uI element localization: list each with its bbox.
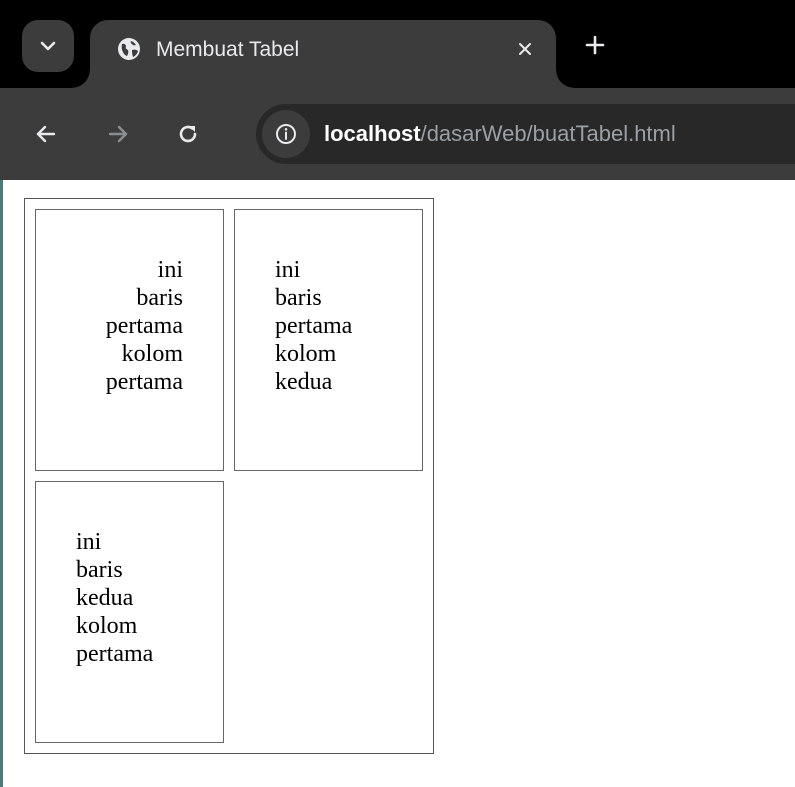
tab-search-button[interactable] — [22, 20, 74, 72]
table-cell: ini baris pertama kolom kedua — [234, 209, 423, 471]
cell-text: ini baris kedua kolom pertama — [76, 529, 154, 667]
plus-icon — [585, 35, 605, 55]
arrow-right-icon — [108, 125, 128, 143]
table-cell: ini baris kedua kolom pertama — [35, 481, 224, 743]
url-path: /dasarWeb/buatTabel.html — [420, 121, 676, 146]
url-host: localhost — [324, 121, 421, 146]
reload-button[interactable] — [168, 114, 208, 154]
reload-icon — [179, 125, 197, 143]
forward-button[interactable] — [98, 114, 138, 154]
url-text[interactable]: localhost/dasarWeb/buatTabel.html — [324, 119, 676, 149]
table-cell: ini baris pertama kolom pertama — [35, 209, 224, 471]
arrow-left-icon — [36, 125, 56, 143]
chevron-down-icon — [40, 41, 56, 51]
tab-title: Membuat Tabel — [156, 38, 300, 61]
table-row: ini baris pertama kolom pertama ini bari… — [35, 209, 423, 471]
tab-strip: Membuat Tabel — [0, 0, 795, 88]
globe-icon — [118, 38, 140, 60]
site-info-button[interactable] — [262, 110, 310, 158]
page-viewport: ini baris pertama kolom pertama ini bari… — [0, 180, 795, 787]
table-row: ini baris kedua kolom pertama — [35, 481, 423, 743]
address-bar[interactable]: localhost/dasarWeb/buatTabel.html — [256, 104, 795, 164]
close-icon — [519, 43, 531, 55]
new-tab-button[interactable] — [580, 30, 610, 60]
empty-cell — [234, 481, 423, 743]
cell-text: ini baris pertama kolom pertama — [105, 257, 183, 395]
cell-text: ini baris pertama kolom kedua — [275, 257, 353, 395]
browser-toolbar: localhost/dasarWeb/buatTabel.html — [0, 88, 795, 180]
content-table: ini baris pertama kolom pertama ini bari… — [24, 198, 434, 754]
back-button[interactable] — [26, 114, 66, 154]
tab-close-button[interactable] — [510, 34, 540, 64]
window-edge — [0, 180, 3, 787]
info-icon — [276, 124, 296, 144]
browser-tab[interactable]: Membuat Tabel — [72, 20, 574, 88]
